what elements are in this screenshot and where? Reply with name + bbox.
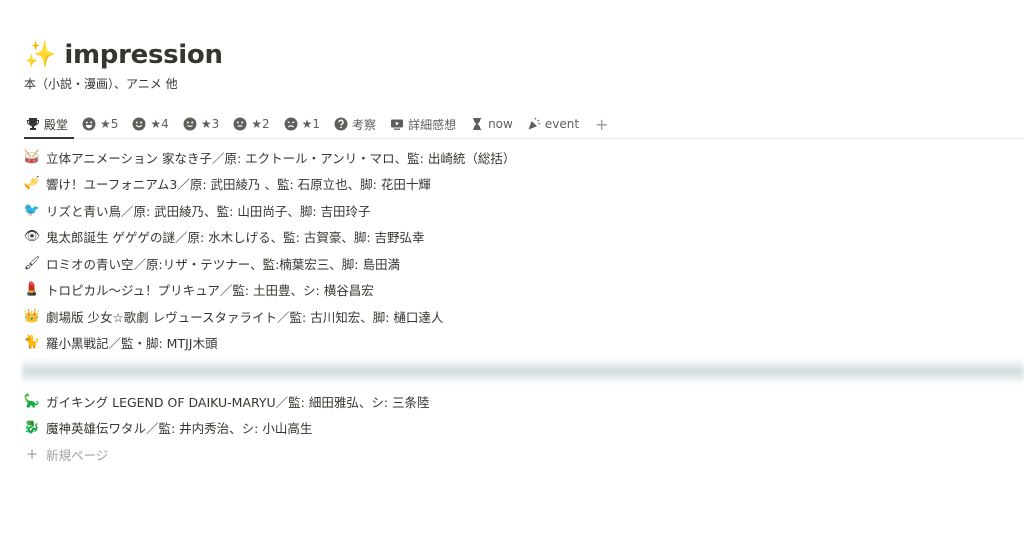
tab-label: 考察	[352, 117, 377, 132]
list-item[interactable]: 🐈 羅小黒戦記／監・脚: MTJJ木頭	[24, 330, 1024, 357]
crown-icon: 👑	[23, 308, 41, 324]
list-item[interactable]: 🐉 魔神英雄伝ワタル／監: 井内秀治、シ: 小山高生	[24, 415, 1024, 442]
tab-star-3[interactable]: ★3	[181, 110, 225, 138]
tab-star-5[interactable]: ★5	[80, 110, 124, 138]
sparkles-icon: ✨	[24, 40, 57, 70]
list-item[interactable]: 🐦 リズと青い鳥／原: 武田綾乃、監: 山田尚子、脚: 吉田玲子	[24, 197, 1024, 224]
trumpet-icon: 🎺	[23, 176, 41, 192]
new-page-button[interactable]: + 新規ページ	[24, 441, 1024, 467]
tab-label: 詳細感想	[408, 117, 457, 132]
list-item-title: 羅小黒戦記／監・脚: MTJJ木頭	[46, 336, 218, 352]
plus-icon: +	[25, 445, 39, 463]
tab-hall-of-fame[interactable]: 殿堂	[24, 110, 75, 139]
tab-label: ★5	[100, 117, 119, 131]
page-header: ✨ impression 本（小説・漫画）、アニメ 他	[24, 38, 223, 92]
list-item-title: 劇場版 少女☆歌劇 レヴュースタァライト／監: 古川知宏、脚: 樋口達人	[46, 309, 444, 325]
tab-label: ★1	[301, 117, 321, 131]
list-item-title: 立体アニメーション 家なき子／原: エクトール・アンリ・マロ、監: 出崎統（総括…	[46, 150, 516, 166]
list-item[interactable]: 🥁 立体アニメーション 家なき子／原: エクトール・アンリ・マロ、監: 出崎統（…	[24, 144, 1024, 171]
meh-face-icon	[233, 117, 247, 131]
tab-analysis[interactable]: 考察	[332, 110, 382, 138]
smile-face-icon	[132, 117, 146, 131]
list-item[interactable]: 🎺 響け！ユーフォニアム3／原: 武田綾乃 、監: 石原立也、脚: 花田十輝	[24, 171, 1024, 198]
list-item-title: ガイキング LEGEND OF DAIKU-MARYU／監: 細田雅弘、シ: 三…	[46, 394, 430, 410]
bird-icon: 🐦	[23, 202, 41, 218]
page-title[interactable]: impression	[64, 40, 223, 70]
page-list: 🥁 立体アニメーション 家なき子／原: エクトール・アンリ・マロ、監: 出崎統（…	[22, 144, 1024, 467]
neutral-face-icon	[183, 117, 197, 131]
hourglass-icon	[470, 117, 484, 131]
tab-detailed-review[interactable]: 詳細感想	[388, 110, 462, 138]
tab-label: ★3	[200, 117, 220, 131]
list-item[interactable]: 🖌 ロミオの青い空／原:リザ・テツナー、監:楠葉宏三、脚: 島田満	[24, 250, 1024, 277]
list-item-title: ロミオの青い空／原:リザ・テツナー、監:楠葉宏三、脚: 島田満	[46, 256, 400, 272]
paintbrush-icon: 🖌	[23, 255, 41, 271]
tab-star-2[interactable]: ★2	[231, 110, 275, 138]
tab-label: now	[488, 117, 513, 131]
dragon-icon: 🐉	[23, 420, 41, 436]
list-item-title: 鬼太郎誕生 ゲゲゲの謎／原: 水木しげる、監: 古賀豪、脚: 吉野弘幸	[46, 230, 425, 246]
question-icon	[334, 117, 348, 131]
grin-face-icon	[82, 117, 96, 131]
list-item-title: トロピカル〜ジュ！プリキュア／監: 土田豊、シ: 横谷昌宏	[46, 283, 374, 299]
add-view-button[interactable]: +	[591, 110, 612, 138]
list-item[interactable]: 🦕 ガイキング LEGEND OF DAIKU-MARYU／監: 細田雅弘、シ:…	[24, 388, 1024, 415]
screen-icon	[390, 117, 404, 131]
list-item-title: 魔神英雄伝ワタル／監: 井内秀治、シ: 小山高生	[46, 421, 313, 437]
tab-label: event	[544, 117, 580, 131]
view-tabs: 殿堂 ★5 ★4 ★3 ★2 ★1 考察 詳細感想 now event +	[24, 110, 1024, 139]
list-item[interactable]: 👑 劇場版 少女☆歌劇 レヴュースタァライト／監: 古川知宏、脚: 樋口達人	[24, 303, 1024, 330]
tab-label: ★4	[150, 117, 169, 131]
tab-star-1[interactable]: ★1	[282, 110, 326, 138]
list-item-title: 響け！ユーフォニアム3／原: 武田綾乃 、監: 石原立也、脚: 花田十輝	[46, 177, 431, 193]
tab-star-4[interactable]: ★4	[130, 110, 174, 138]
new-page-label: 新規ページ	[46, 447, 109, 463]
list-item[interactable]: 💄 トロピカル〜ジュ！プリキュア／監: 土田豊、シ: 横谷昌宏	[24, 277, 1024, 304]
dinosaur-icon: 🦕	[23, 393, 41, 409]
blurred-region	[22, 358, 1024, 384]
list-item[interactable]: 👁 鬼太郎誕生 ゲゲゲの謎／原: 水木しげる、監: 古賀豪、脚: 吉野弘幸	[24, 224, 1024, 251]
title-row: ✨ impression	[24, 38, 223, 72]
drum-icon: 🥁	[23, 149, 41, 165]
eye-icon: 👁	[23, 229, 41, 245]
black-cat-icon: 🐈	[23, 335, 41, 351]
tab-label: ★2	[251, 117, 270, 131]
list-item-title: リズと青い鳥／原: 武田綾乃、監: 山田尚子、脚: 吉田玲子	[46, 203, 371, 219]
party-popper-icon	[527, 117, 541, 131]
sad-face-icon	[284, 117, 298, 131]
lipstick-icon: 💄	[23, 282, 41, 298]
tab-event[interactable]: event	[525, 110, 585, 138]
tab-now[interactable]: now	[468, 110, 519, 138]
page-subtitle[interactable]: 本（小説・漫画）、アニメ 他	[24, 75, 223, 92]
tab-label: 殿堂	[44, 117, 69, 132]
trophy-icon	[26, 117, 40, 131]
